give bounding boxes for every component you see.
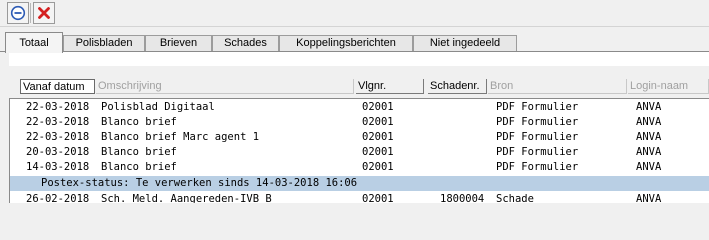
cell-vlgnr: 02001 [362,193,394,203]
cell-date: 22-03-2018 [26,116,90,128]
remove-button[interactable] [7,2,29,24]
document-list: 22-03-2018 Polisblad Digitaal 02001 PDF … [9,98,709,203]
cell-bron: Schade [496,193,534,203]
column-header-vlgnr[interactable]: Vlgnr. [356,79,424,94]
toolbar-divider [0,26,709,27]
cell-description: Sch. Meld. Aangereden-IVB B [101,193,272,203]
delete-button[interactable] [33,2,55,24]
tab-koppelingsberichten[interactable]: Koppelingsberichten [279,35,413,52]
cell-login: ANVA [636,193,662,203]
cell-bron: PDF Formulier [496,161,579,173]
tab-polisbladen[interactable]: Polisbladen [63,35,145,52]
column-header-bron[interactable]: Bron [488,79,627,94]
cell-description: Blanco brief Marc agent 1 [101,131,260,143]
cell-login: ANVA [636,101,662,113]
table-row[interactable]: 14-03-2018 Blanco brief 02001 PDF Formul… [10,160,709,175]
toolbar [0,0,709,26]
tab-totaal[interactable]: Totaal [5,32,63,53]
cell-bron: PDF Formulier [496,146,579,158]
cell-date: 20-03-2018 [26,146,90,158]
cell-login: ANVA [636,161,662,173]
cell-vlgnr: 02001 [362,146,394,158]
cell-date: 22-03-2018 [26,101,90,113]
cell-bron: PDF Formulier [496,116,579,128]
cell-description: Polisblad Digitaal [101,101,215,113]
cell-description: Blanco brief [101,146,177,158]
cell-vlgnr: 02001 [362,116,394,128]
cell-date: 14-03-2018 [26,161,90,173]
cell-vlgnr: 02001 [362,161,394,173]
red-x-icon [38,7,50,19]
minus-circle-icon [10,5,26,21]
cell-vlgnr: 02001 [362,101,394,113]
table-row[interactable]: 26-02-2018 Sch. Meld. Aangereden-IVB B 0… [10,192,709,203]
cell-login: ANVA [636,131,662,143]
tab-panel-header-area [9,52,709,66]
cell-bron: PDF Formulier [496,131,579,143]
postex-status-text: Postex-status: Te verwerken sinds 14-03-… [41,177,358,189]
cell-date: 26-02-2018 [26,193,90,203]
tab-schades[interactable]: Schades [212,35,279,52]
column-header-row: Vanaf datum Omschrijving Vlgnr. Schadenr… [0,79,709,94]
column-header-omschrijving[interactable]: Omschrijving [96,79,354,94]
cell-schadenr: 1800004 [440,193,485,203]
table-row[interactable]: 22-03-2018 Polisblad Digitaal 02001 PDF … [10,100,709,115]
table-row[interactable]: 22-03-2018 Blanco brief Marc agent 1 020… [10,130,709,145]
cell-login: ANVA [636,116,662,128]
cell-vlgnr: 02001 [362,131,394,143]
postex-status-row[interactable]: Postex-status: Te verwerken sinds 14-03-… [10,176,709,191]
table-row[interactable]: 20-03-2018 Blanco brief 02001 PDF Formul… [10,145,709,160]
cell-date: 22-03-2018 [26,131,90,143]
table-row[interactable]: 22-03-2018 Blanco brief 02001 PDF Formul… [10,115,709,130]
cell-description: Blanco brief [101,161,177,173]
cell-bron: PDF Formulier [496,101,579,113]
window: Totaal Polisbladen Brieven Schades Koppe… [0,0,709,203]
column-header-vanaf-datum[interactable]: Vanaf datum [20,79,95,94]
cell-login: ANVA [636,146,662,158]
column-header-schadenr[interactable]: Schadenr. [428,79,487,94]
toolbar-separator [30,3,31,23]
tab-strip: Totaal Polisbladen Brieven Schades Koppe… [0,32,709,53]
tab-niet-ingedeeld[interactable]: Niet ingedeeld [413,35,517,52]
cell-description: Blanco brief [101,116,177,128]
column-header-login-naam[interactable]: Login-naam [628,79,709,94]
tab-brieven[interactable]: Brieven [145,35,212,52]
